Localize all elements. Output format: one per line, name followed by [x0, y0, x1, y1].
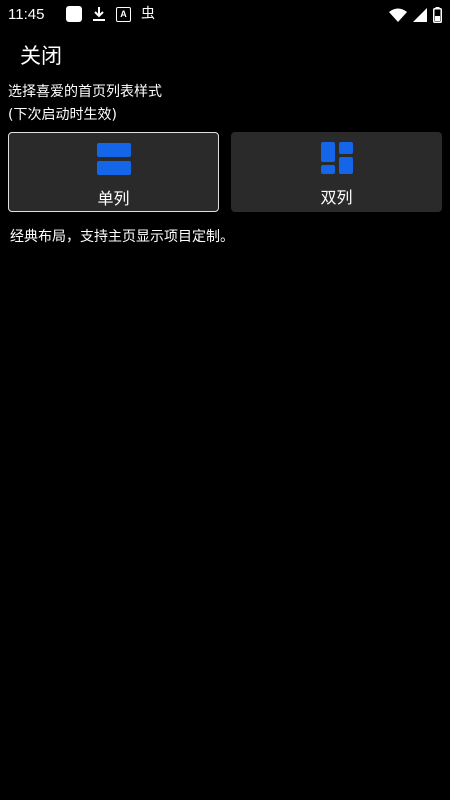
prompt-title: 选择喜爱的首页列表样式 — [8, 84, 162, 100]
signal-icon — [413, 8, 427, 22]
status-left-icons: A 虫 — [66, 6, 155, 22]
download-icon — [93, 7, 105, 21]
a-icon: A — [116, 6, 131, 22]
status-right-icons — [389, 7, 442, 23]
double-column-label: 双列 — [320, 188, 353, 207]
battery-icon — [433, 7, 442, 23]
double-column-option[interactable]: 双列 — [231, 132, 442, 212]
status-time: 11:45 — [8, 6, 45, 23]
status-bar: 11:45 A 虫 — [0, 0, 450, 32]
single-column-layout-icon — [96, 143, 131, 179]
bug-icon: 虫 — [141, 6, 155, 22]
prompt-subtitle: (下次启动时生效) — [8, 107, 117, 123]
wifi-icon — [389, 8, 407, 22]
single-column-label: 单列 — [97, 189, 130, 208]
double-column-layout-icon — [320, 142, 353, 178]
single-column-option[interactable]: 单列 — [8, 132, 219, 212]
layout-description: 经典布局，支持主页显示项目定制。 — [10, 229, 234, 245]
app-square-icon — [66, 6, 82, 22]
close-button[interactable]: 关闭 — [20, 40, 62, 70]
